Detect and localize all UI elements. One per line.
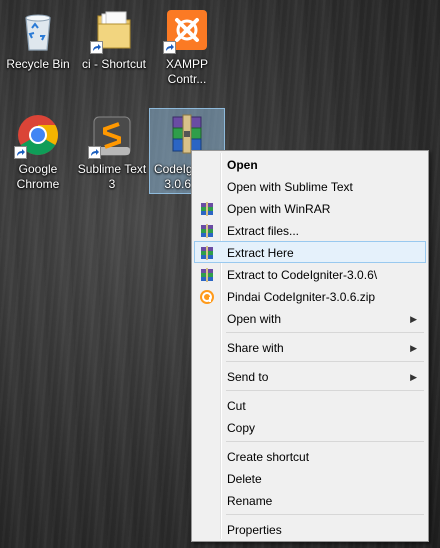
menu-item-label: Open with Sublime Text: [227, 180, 353, 194]
desktop-icon-label: XAMPP Contr...: [165, 57, 208, 86]
context-menu: Open Open with Sublime Text Open with Wi…: [191, 150, 429, 542]
menu-separator: [226, 390, 424, 391]
submenu-arrow-icon: ▶: [410, 372, 417, 382]
submenu-arrow-icon: ▶: [410, 343, 417, 353]
menu-item-label: Share with: [227, 341, 284, 355]
menu-item-label: Extract Here: [227, 246, 294, 260]
menu-item-cut[interactable]: Cut: [194, 394, 426, 416]
shortcut-arrow-icon: [163, 41, 176, 54]
menu-item-send-to[interactable]: Send to ▶: [194, 365, 426, 387]
winrar-icon: [199, 245, 215, 261]
desktop-icon-sublime-text[interactable]: Sublime Text 3: [74, 109, 150, 192]
menu-item-share-with[interactable]: Share with ▶: [194, 336, 426, 358]
winrar-icon: [199, 201, 215, 217]
menu-item-properties[interactable]: Properties: [194, 518, 426, 540]
menu-separator: [226, 441, 424, 442]
desktop-icon-label: ci - Shortcut: [81, 57, 147, 71]
menu-item-copy[interactable]: Copy: [194, 416, 426, 438]
menu-item-label: Extract files...: [227, 224, 300, 238]
menu-item-label: Copy: [227, 421, 256, 435]
menu-item-scan-file[interactable]: Pindai CodeIgniter-3.0.6.zip: [194, 285, 426, 307]
menu-item-label: Open: [227, 158, 258, 172]
antivirus-icon: [199, 289, 215, 305]
xampp-icon: [163, 6, 211, 54]
menu-item-delete[interactable]: Delete: [194, 467, 426, 489]
shortcut-arrow-icon: [14, 146, 27, 159]
menu-item-create-shortcut[interactable]: Create shortcut: [194, 445, 426, 467]
menu-item-label: Cut: [227, 399, 246, 413]
winrar-icon: [199, 223, 215, 239]
desktop-icon-xampp[interactable]: XAMPP Contr...: [149, 4, 225, 87]
menu-item-label: Open with: [227, 312, 282, 326]
menu-item-open[interactable]: Open: [194, 153, 426, 175]
submenu-arrow-icon: ▶: [410, 314, 417, 324]
folder-icon: [90, 6, 138, 54]
shortcut-arrow-icon: [90, 41, 103, 54]
desktop-icon-ci-shortcut[interactable]: ci - Shortcut: [76, 4, 152, 72]
winrar-icon: [199, 267, 215, 283]
menu-item-label: Properties: [227, 523, 282, 537]
desktop-icon-label: Sublime Text 3: [77, 162, 147, 191]
menu-separator: [226, 361, 424, 362]
menu-separator: [226, 332, 424, 333]
menu-item-extract-to-folder[interactable]: Extract to CodeIgniter-3.0.6\: [194, 263, 426, 285]
menu-item-label: Open with WinRAR: [227, 202, 331, 216]
menu-item-label: Delete: [227, 472, 262, 486]
menu-item-rename[interactable]: Rename: [194, 489, 426, 511]
chrome-icon: [14, 111, 62, 159]
menu-item-open-with-winrar[interactable]: Open with WinRAR: [194, 197, 426, 219]
menu-item-open-with[interactable]: Open with ▶: [194, 307, 426, 329]
menu-item-extract-here[interactable]: Extract Here: [194, 241, 426, 263]
sublime-icon: [88, 111, 136, 159]
desktop-icon-google-chrome[interactable]: Google Chrome: [0, 109, 76, 192]
menu-item-label: Send to: [227, 370, 269, 384]
shortcut-arrow-icon: [88, 146, 101, 159]
menu-item-label: Extract to CodeIgniter-3.0.6\: [227, 268, 378, 282]
menu-item-label: Create shortcut: [227, 450, 310, 464]
menu-item-label: Rename: [227, 494, 273, 508]
menu-item-extract-files[interactable]: Extract files...: [194, 219, 426, 241]
desktop-icon-label: Recycle Bin: [6, 57, 70, 71]
desktop-icon-recycle-bin[interactable]: Recycle Bin: [0, 4, 76, 72]
menu-item-label: Pindai CodeIgniter-3.0.6.zip: [227, 290, 376, 304]
menu-item-open-with-sublime[interactable]: Open with Sublime Text: [194, 175, 426, 197]
recycle-bin-icon: [14, 6, 62, 54]
desktop-icon-label: Google Chrome: [16, 162, 60, 191]
menu-separator: [226, 514, 424, 515]
